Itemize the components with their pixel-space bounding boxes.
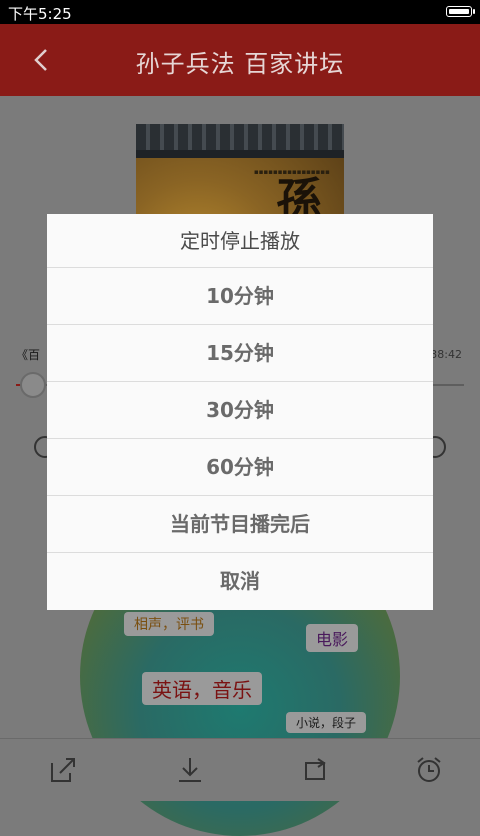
timer-option-10min[interactable]: 10分钟 — [47, 268, 433, 325]
status-bar: 下午5:25 — [0, 0, 480, 24]
category-tag[interactable]: 电影 — [306, 624, 359, 652]
cancel-button[interactable]: 取消 — [47, 553, 433, 610]
timer-option-after-current[interactable]: 当前节目播完后 — [47, 496, 433, 553]
category-tag[interactable]: 小说，段子 — [286, 712, 367, 733]
battery-icon — [446, 6, 475, 17]
timer-option-30min[interactable]: 30分钟 — [47, 382, 433, 439]
category-tag[interactable]: 英语，音乐 — [142, 672, 262, 705]
alarm-clock-icon[interactable] — [414, 755, 444, 785]
app-header: 孙子兵法 百家讲坛 — [0, 24, 480, 96]
seek-thumb[interactable] — [20, 372, 46, 398]
sleep-timer-dialog: 定时停止播放 10分钟 15分钟 30分钟 60分钟 当前节目播完后 取消 — [47, 214, 433, 610]
timer-option-60min[interactable]: 60分钟 — [47, 439, 433, 496]
episode-title: 《百 — [16, 348, 41, 362]
download-icon[interactable] — [175, 755, 205, 785]
dialog-title: 定时停止播放 — [47, 214, 433, 268]
page-title: 孙子兵法 百家讲坛 — [135, 50, 345, 78]
category-tag[interactable]: 相声，评书 — [124, 612, 214, 636]
timer-option-15min[interactable]: 15分钟 — [47, 325, 433, 382]
bottom-toolbar — [0, 738, 480, 801]
share-icon[interactable] — [48, 755, 78, 785]
status-time: 下午5:25 — [8, 5, 72, 23]
repeat-icon[interactable] — [300, 755, 330, 785]
